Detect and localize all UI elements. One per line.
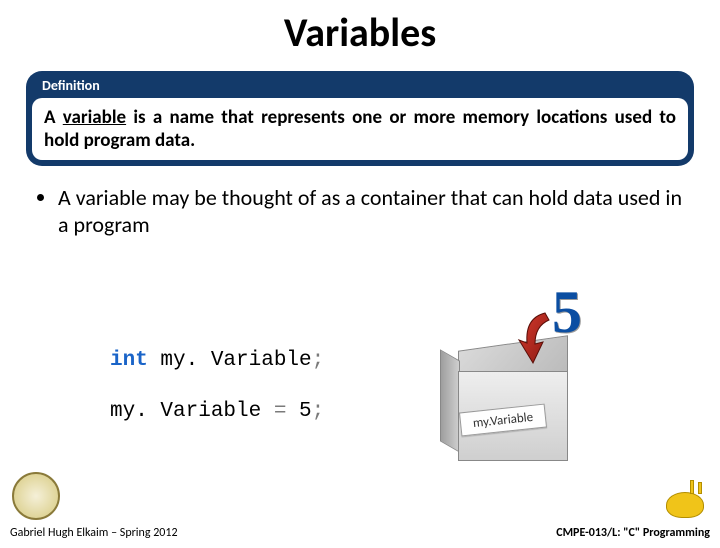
definition-text: A variable is a name that represents one… [32,98,688,160]
definition-box: Definition A variable is a name that rep… [26,71,694,166]
decl-name: my. Variable [148,349,312,372]
code-block: int my. Variable; my. Variable = 5; [110,348,324,424]
container-illustration: my.Variable 5 [430,278,630,478]
footer-course: CMPE-013/L: "C" Programming [556,526,710,540]
assign-left: my. Variable [110,400,274,423]
bullet-item: A variable may be thought of as a contai… [58,184,684,238]
semicolon-2: ; [312,400,325,423]
value-five: 5 [552,278,582,347]
arrow-down-icon [515,308,555,368]
code-line-1: int my. Variable; [110,348,324,373]
semicolon: ; [312,349,325,372]
footer-author: Gabriel Hugh Elkaim – Spring 2012 [10,526,178,540]
university-seal-icon [12,472,60,520]
def-term: variable [63,106,126,129]
def-post: is a name that represents one or more me… [44,106,676,152]
definition-label: Definition [42,77,688,94]
slug-mascot-icon [660,480,710,524]
bullet-list: A variable may be thought of as a contai… [36,184,684,238]
keyword-int: int [110,349,148,372]
code-line-2: my. Variable = 5; [110,399,324,424]
assign-val: 5 [299,400,312,423]
equals: = [274,400,299,423]
slide-title: Variables [0,8,720,57]
def-pre: A [44,106,63,129]
